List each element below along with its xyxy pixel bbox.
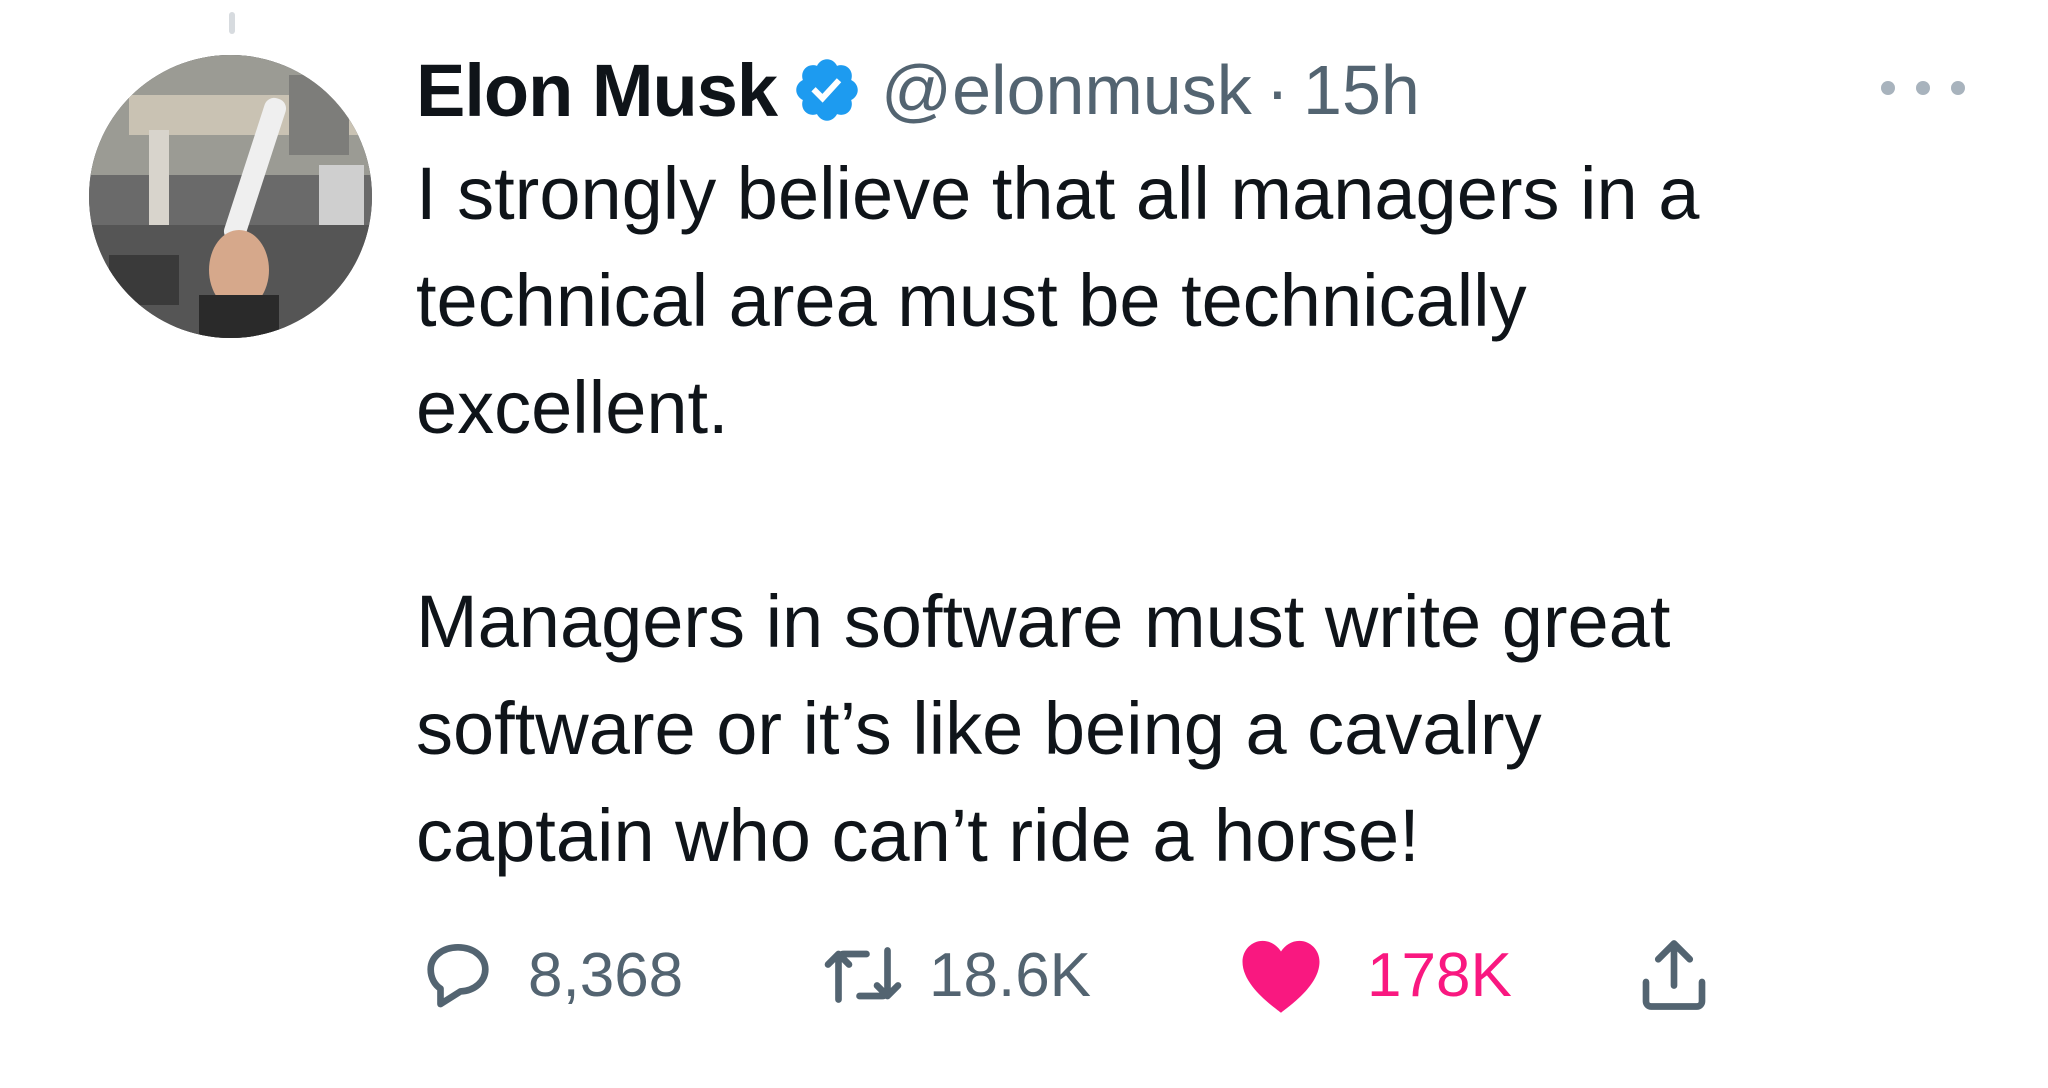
- heart-icon: [1242, 940, 1320, 1013]
- avatar-image: [89, 55, 372, 338]
- like-count: 178K: [1367, 940, 1512, 1010]
- tweet-text-line: technical area must be technically: [416, 259, 1527, 342]
- verified-badge-icon: [796, 59, 858, 121]
- tweet-text-line: captain who can’t ride a horse!: [416, 794, 1420, 877]
- tweet: Elon Musk @elonmusk · 15h I strongly bel…: [416, 40, 1956, 889]
- tweet-text: I strongly believe that all managers in …: [416, 140, 1956, 889]
- reply-button[interactable]: 8,368: [416, 933, 821, 1017]
- share-button[interactable]: [1632, 933, 1716, 1017]
- more-horizontal-icon[interactable]: [1878, 78, 1968, 98]
- thread-connector-line: [229, 12, 235, 34]
- tweet-timestamp[interactable]: 15h: [1303, 50, 1420, 130]
- retweet-count: 18.6K: [929, 940, 1092, 1010]
- tweet-text-line: excellent.: [416, 366, 729, 449]
- share-icon: [1642, 940, 1706, 1010]
- like-button[interactable]: 178K: [1237, 933, 1632, 1017]
- tweet-header: Elon Musk @elonmusk · 15h: [416, 40, 1956, 140]
- tweet-text-line: Managers in software must write great: [416, 580, 1671, 663]
- retweet-button[interactable]: 18.6K: [821, 933, 1237, 1017]
- tweet-actions-bar: 8,368 18.6K 178K: [416, 930, 1716, 1020]
- reply-icon: [427, 944, 489, 1008]
- paragraph-break: [416, 461, 1956, 568]
- tweet-text-line: I strongly believe that all managers in …: [416, 152, 1700, 235]
- tweet-text-line: software or it’s like being a cavalry: [416, 687, 1542, 770]
- retweet-icon: [824, 947, 902, 1003]
- avatar[interactable]: [89, 55, 372, 338]
- reply-count: 8,368: [528, 940, 684, 1010]
- author-handle[interactable]: @elonmusk: [881, 50, 1252, 130]
- separator-dot: ·: [1265, 51, 1290, 129]
- author-display-name[interactable]: Elon Musk: [416, 48, 778, 133]
